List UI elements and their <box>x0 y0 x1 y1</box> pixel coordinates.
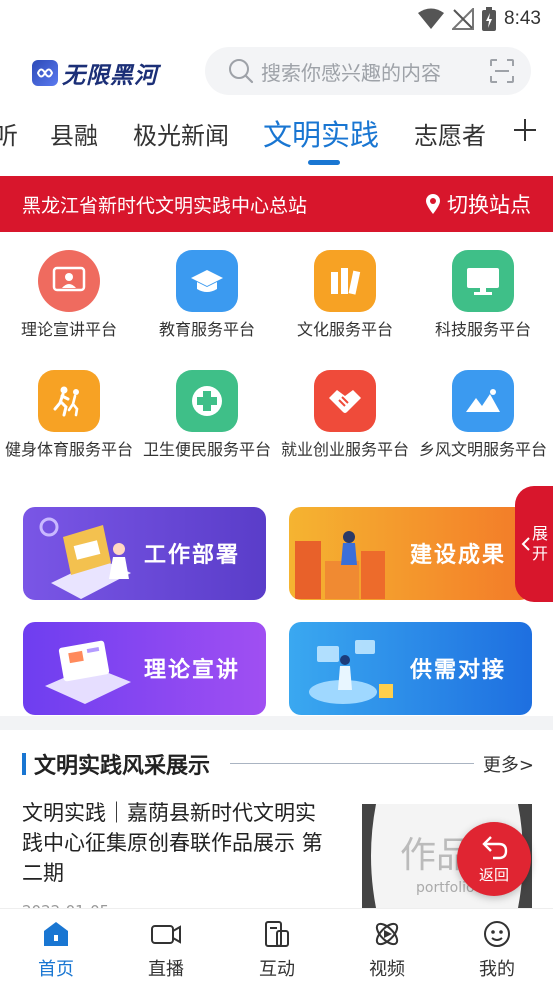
nav-live[interactable]: 直播 <box>126 919 206 981</box>
platform-label: 文化服务平台 <box>296 320 393 339</box>
return-label: 返回 <box>478 866 509 884</box>
search-placeholder: 搜索你感兴趣的内容 <box>261 60 441 85</box>
nav-label: 互动 <box>259 959 295 980</box>
return-arrow-icon <box>482 836 508 860</box>
feature-label: 建设成果 <box>409 543 506 568</box>
platform-health-service[interactable]: 卫生便民服务平台 <box>142 370 272 462</box>
active-tab-indicator <box>308 160 340 165</box>
app-name: 无限黑河 <box>62 63 158 89</box>
tab-county-media[interactable]: 县融 <box>50 116 98 151</box>
platform-culture-service[interactable]: 文化服务平台 <box>280 250 410 342</box>
status-icons: 8:43 <box>418 6 541 32</box>
location-pin-icon <box>426 194 440 214</box>
battery-icon <box>482 7 497 31</box>
logo-badge-icon <box>32 60 58 86</box>
platform-rural-civilization[interactable]: 乡风文明服务平台 <box>418 370 548 462</box>
expand-side-tab[interactable]: 展开 <box>515 486 553 602</box>
platform-label: 乡风文明服务平台 <box>418 440 547 459</box>
platform-label: 理论宣讲平台 <box>20 320 117 339</box>
platform-label: 卫生便民服务平台 <box>142 440 271 459</box>
return-button[interactable]: 返回 <box>457 822 531 896</box>
nav-mine[interactable]: 我的 <box>457 919 537 981</box>
feature-card-supply-demand[interactable]: 供需对接 <box>289 622 532 715</box>
nav-home[interactable]: 首页 <box>16 919 96 981</box>
tab-listen[interactable]: 听 <box>0 116 18 151</box>
bottom-navigation: 首页 直播 互动 视频 我的 <box>0 908 553 983</box>
tab-volunteer[interactable]: 志愿者 <box>414 116 486 151</box>
nav-interact[interactable]: 互动 <box>237 919 317 981</box>
profile-face-icon <box>484 921 510 947</box>
section-title: 文明实践风采展示 <box>34 754 211 779</box>
search-icon <box>229 59 254 84</box>
video-orbit-icon <box>375 922 399 946</box>
nav-label: 直播 <box>148 959 184 980</box>
news-title[interactable]: 文明实践｜嘉荫县新时代文明实践中心征集原创春联作品展示 第二期 <box>22 798 332 888</box>
no-signal-icon <box>452 8 475 30</box>
switch-station-label: 切换站点 <box>447 193 531 217</box>
section-accent-bar <box>22 753 26 775</box>
runner-icon <box>38 370 100 432</box>
station-banner: 黑龙江省新时代文明实践中心总站 切换站点 <box>0 176 553 232</box>
search-input[interactable]: 搜索你感兴趣的内容 <box>205 47 531 95</box>
landscape-icon <box>452 370 514 432</box>
section-rule <box>230 763 474 764</box>
wifi-icon <box>418 8 445 29</box>
app-logo[interactable]: 无限黑河 <box>32 56 158 90</box>
platform-label: 健身体育服务平台 <box>4 440 133 459</box>
platform-fitness-sports[interactable]: 健身体育服务平台 <box>4 370 134 462</box>
platform-label: 就业创业服务平台 <box>280 440 409 459</box>
app-header: 无限黑河 搜索你感兴趣的内容 <box>0 44 553 100</box>
home-icon <box>44 922 68 946</box>
laptop-illustration-icon <box>39 517 131 599</box>
handshake-icon <box>314 370 376 432</box>
nav-label: 首页 <box>38 959 74 980</box>
station-title: 黑龙江省新时代文明实践中心总站 <box>22 195 308 217</box>
feature-card-theory-lecture[interactable]: 理论宣讲 <box>23 622 266 715</box>
platform-tech-service[interactable]: 科技服务平台 <box>418 250 548 342</box>
add-channel-icon[interactable] <box>511 114 539 144</box>
feature-card-construction-results[interactable]: 建设成果 <box>289 507 532 600</box>
platform-theory-lecture[interactable]: 理论宣讲平台 <box>4 250 134 342</box>
feature-card-work-deployment[interactable]: 工作部署 <box>23 507 266 600</box>
nav-video[interactable]: 视频 <box>347 919 427 981</box>
section-header: 文明实践风采展示 更多> <box>22 748 534 780</box>
section-divider <box>0 716 553 730</box>
presentation-illustration-icon <box>45 640 131 704</box>
feature-label: 理论宣讲 <box>143 658 240 683</box>
switch-station-button[interactable]: 切换站点 <box>425 189 531 219</box>
lecture-icon <box>38 250 100 312</box>
platform-label: 科技服务平台 <box>434 320 531 339</box>
feature-label: 供需对接 <box>409 658 506 683</box>
scan-icon[interactable] <box>489 58 515 84</box>
data-platform-illustration-icon <box>309 640 393 704</box>
medical-cross-icon <box>176 370 238 432</box>
tab-aurora-news[interactable]: 极光新闻 <box>133 116 229 151</box>
nav-label: 视频 <box>369 959 405 980</box>
chevron-left-icon <box>521 537 530 551</box>
monitor-icon <box>452 250 514 312</box>
expand-label: 展开 <box>532 524 549 563</box>
more-link[interactable]: 更多> <box>483 751 534 777</box>
platform-label: 教育服务平台 <box>158 320 255 339</box>
video-camera-icon <box>151 925 181 944</box>
tab-civilization-practice[interactable]: 文明实践 <box>263 112 379 154</box>
clock: 8:43 <box>504 8 541 29</box>
books-icon <box>314 250 376 312</box>
platform-education-service[interactable]: 教育服务平台 <box>142 250 272 342</box>
platform-employment-service[interactable]: 就业创业服务平台 <box>280 370 410 462</box>
channel-tabs: 听 县融 极光新闻 文明实践 志愿者 <box>0 108 553 170</box>
status-bar: 8:43 <box>0 0 553 40</box>
feature-label: 工作部署 <box>143 543 240 568</box>
buildings-illustration-icon <box>295 531 385 599</box>
nav-label: 我的 <box>479 959 515 980</box>
graduation-cap-icon <box>176 250 238 312</box>
interact-document-icon <box>265 921 289 947</box>
